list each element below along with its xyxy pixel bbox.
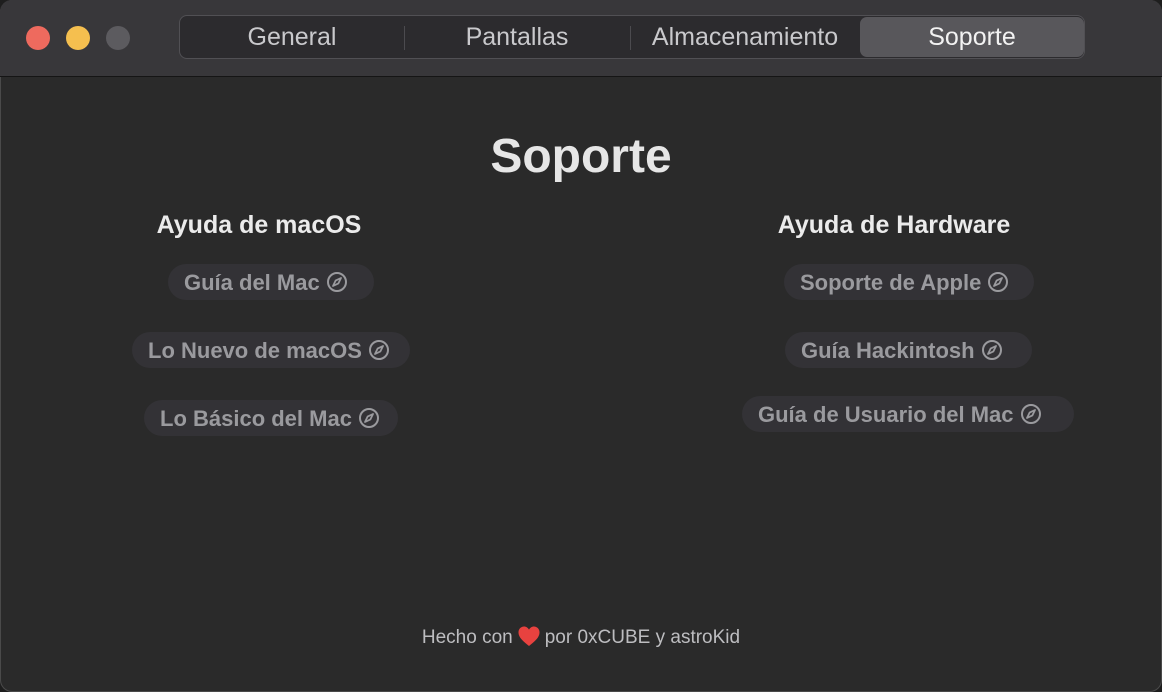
heart-icon: [518, 626, 540, 646]
tab-soporte[interactable]: Soporte: [860, 17, 1084, 57]
compass-icon: [358, 408, 379, 429]
mac-basics-label: Lo Básico del Mac: [160, 406, 352, 432]
mac-basics-button[interactable]: Lo Básico del Mac: [144, 400, 398, 436]
about-window: General Pantallas Almacenamiento Soporte…: [0, 0, 1162, 692]
tab-almacenamiento[interactable]: Almacenamiento: [630, 17, 860, 57]
compass-icon: [981, 340, 1002, 361]
mac-user-guide-label: Guía de Usuario del Mac: [758, 402, 1014, 428]
minimize-button[interactable]: [66, 26, 90, 50]
compass-icon: [1020, 404, 1041, 425]
title-bar: General Pantallas Almacenamiento Soporte: [0, 0, 1162, 77]
apple-support-button[interactable]: Soporte de Apple: [784, 264, 1034, 300]
tab-pantallas[interactable]: Pantallas: [404, 17, 630, 57]
zoom-button[interactable]: [106, 26, 130, 50]
tab-bar: General Pantallas Almacenamiento Soporte: [179, 15, 1085, 59]
close-button[interactable]: [26, 26, 50, 50]
hardware-help-heading: Ayuda de Hardware: [777, 211, 1011, 239]
compass-icon: [988, 272, 1009, 293]
hackintosh-guide-button[interactable]: Guía Hackintosh: [785, 332, 1032, 368]
credits-prefix: Hecho con: [421, 627, 513, 648]
mac-guide-button[interactable]: Guía del Mac: [168, 264, 374, 300]
compass-icon: [368, 340, 389, 361]
whats-new-macos-label: Lo Nuevo de macOS: [148, 338, 362, 364]
mac-guide-label: Guía del Mac: [184, 270, 320, 296]
tab-general[interactable]: General: [180, 17, 404, 57]
credits-suffix: por 0xCUBE y astroKid: [544, 627, 741, 648]
compass-icon: [326, 272, 347, 293]
whats-new-macos-button[interactable]: Lo Nuevo de macOS: [132, 332, 410, 368]
macos-help-heading: Ayuda de macOS: [156, 211, 362, 239]
credits-footer: Hecho con por 0xCUBE y astroKid: [0, 624, 1162, 652]
mac-user-guide-button[interactable]: Guía de Usuario del Mac: [742, 396, 1074, 432]
apple-support-label: Soporte de Apple: [800, 270, 982, 296]
hackintosh-guide-label: Guía Hackintosh: [801, 338, 975, 364]
page-title: Soporte: [490, 130, 672, 183]
